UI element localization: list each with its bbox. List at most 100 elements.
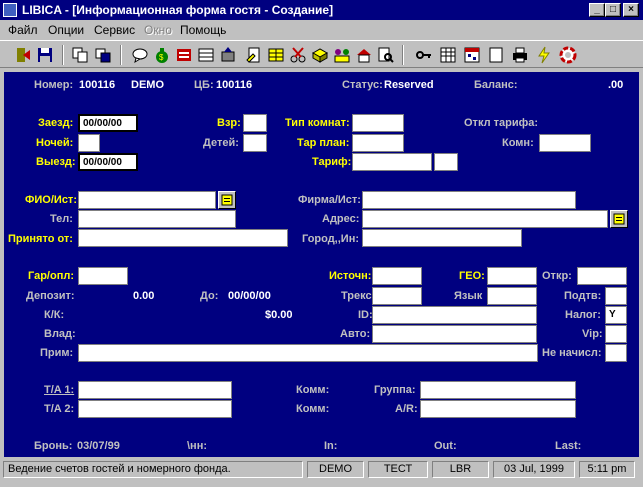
box-icon[interactable] xyxy=(310,45,330,65)
number-value: 100116 xyxy=(79,79,116,91)
copy-icon[interactable] xyxy=(70,45,90,65)
company-field[interactable] xyxy=(362,191,576,209)
window-title: LIBICA - [Информационная форма гостя - С… xyxy=(22,3,334,17)
subtv-field[interactable] xyxy=(605,287,627,305)
lifebuoy-icon[interactable] xyxy=(558,45,578,65)
ta1-field[interactable] xyxy=(78,381,232,399)
comm1-label: Комм: xyxy=(296,384,330,396)
address-field[interactable] xyxy=(362,210,608,228)
ta2-field[interactable] xyxy=(78,400,232,418)
city-field[interactable] xyxy=(362,229,522,247)
arrival-field[interactable]: 00/00/00 xyxy=(78,114,138,132)
house-icon[interactable] xyxy=(354,45,374,65)
chat-icon[interactable] xyxy=(130,45,150,65)
status-bar: Ведение счетов гостей и номерного фонда.… xyxy=(0,459,643,487)
ar-field[interactable] xyxy=(420,400,576,418)
close-button[interactable]: × xyxy=(623,3,639,17)
tariff-off-label: Откл тарифа: xyxy=(464,117,539,129)
key-card-icon[interactable] xyxy=(218,45,238,65)
geo-field[interactable] xyxy=(487,267,537,285)
toolbar: $ xyxy=(0,40,643,68)
until-label: До: xyxy=(200,290,219,302)
minimize-button[interactable]: _ xyxy=(589,3,605,17)
address-lookup-button[interactable] xyxy=(610,210,628,228)
accepted-by-label: Принято от: xyxy=(8,233,73,245)
adults-field[interactable] xyxy=(243,114,267,132)
room-type-label: Тип комнат: xyxy=(285,117,350,129)
ta2-label: T/A 2: xyxy=(44,403,75,415)
auto-field[interactable] xyxy=(372,325,537,343)
tariff-extra-field[interactable] xyxy=(434,153,458,171)
menu-options[interactable]: Опции xyxy=(48,23,84,37)
exit-icon[interactable] xyxy=(13,45,33,65)
open-label: Откр: xyxy=(542,270,572,282)
table-icon[interactable] xyxy=(438,45,458,65)
status-value: Reserved xyxy=(384,79,434,91)
adults-label: Взр: xyxy=(217,117,241,129)
menu-window[interactable]: Окно xyxy=(144,23,172,37)
fio-field[interactable] xyxy=(78,191,216,209)
lightning-icon[interactable] xyxy=(534,45,554,65)
subtv-label: Подтв: xyxy=(564,290,602,302)
copy-alt-icon[interactable] xyxy=(93,45,113,65)
booking-label: Бронь: xyxy=(34,440,73,452)
ar-label: A/R: xyxy=(395,403,418,415)
money-bag-icon[interactable]: $ xyxy=(152,45,172,65)
room-type-field[interactable] xyxy=(352,114,404,132)
vip-field[interactable] xyxy=(605,325,627,343)
rate-plan-field[interactable] xyxy=(352,134,404,152)
language-field[interactable] xyxy=(487,287,537,305)
company-label: Фирма/Ист: xyxy=(298,194,361,206)
open-field[interactable] xyxy=(577,267,627,285)
scissors-icon[interactable] xyxy=(288,45,308,65)
treks-field[interactable] xyxy=(372,287,422,305)
grid-icon[interactable] xyxy=(266,45,286,65)
language-label: Язык xyxy=(454,290,483,302)
source-label: Источн: xyxy=(329,270,372,282)
phone-field[interactable] xyxy=(78,210,236,228)
save-icon[interactable] xyxy=(35,45,55,65)
source-field[interactable] xyxy=(372,267,422,285)
blank-icon[interactable] xyxy=(486,45,506,65)
id-field[interactable] xyxy=(372,306,537,324)
groups-icon[interactable] xyxy=(332,45,352,65)
tariff-field[interactable] xyxy=(352,153,432,171)
room-icon[interactable] xyxy=(196,45,216,65)
accepted-by-field[interactable] xyxy=(78,229,288,247)
app-icon[interactable] xyxy=(3,3,17,17)
printer-icon[interactable] xyxy=(510,45,530,65)
not-charged-field[interactable] xyxy=(605,344,627,362)
guarantee-field[interactable] xyxy=(78,267,128,285)
status-db: DEMO xyxy=(307,461,364,478)
room-field[interactable] xyxy=(539,134,591,152)
deposit-label: Депозит: xyxy=(26,290,75,302)
menu-service[interactable]: Сервис xyxy=(94,23,135,37)
last-label: Last: xyxy=(555,440,582,452)
group-field[interactable] xyxy=(420,381,576,399)
nights-field[interactable] xyxy=(78,134,100,152)
document-icon[interactable] xyxy=(244,45,264,65)
guest-form: Номер: 100116 DEMO ЦБ: 100116 Статус: Re… xyxy=(4,72,639,457)
maximize-button[interactable]: □ xyxy=(605,3,621,17)
reservation-icon[interactable] xyxy=(174,45,194,65)
owner-label: Влад: xyxy=(44,328,76,340)
menu-file[interactable]: Файл xyxy=(8,23,38,37)
tax-field[interactable]: Y xyxy=(605,306,627,324)
status-mode: ТЕСТ xyxy=(368,461,428,478)
auto-label: Авто: xyxy=(340,328,371,340)
balance-value: .00 xyxy=(608,79,624,91)
until-value: 00/00/00 xyxy=(228,290,271,302)
vip-label: Vip: xyxy=(582,328,603,340)
menu-help[interactable]: Помощь xyxy=(180,23,226,37)
status-message: Ведение счетов гостей и номерного фонда. xyxy=(3,461,303,478)
nn-label: \нн: xyxy=(187,440,208,452)
note-field[interactable] xyxy=(78,344,538,362)
calendar-icon[interactable] xyxy=(462,45,482,65)
id-label: ID: xyxy=(358,309,373,321)
children-field[interactable] xyxy=(243,134,267,152)
departure-field[interactable]: 00/00/00 xyxy=(78,153,138,171)
card-file-icon xyxy=(221,194,233,206)
key-icon[interactable] xyxy=(414,45,434,65)
search-document-icon[interactable] xyxy=(376,45,396,65)
fio-lookup-button[interactable] xyxy=(218,191,236,209)
